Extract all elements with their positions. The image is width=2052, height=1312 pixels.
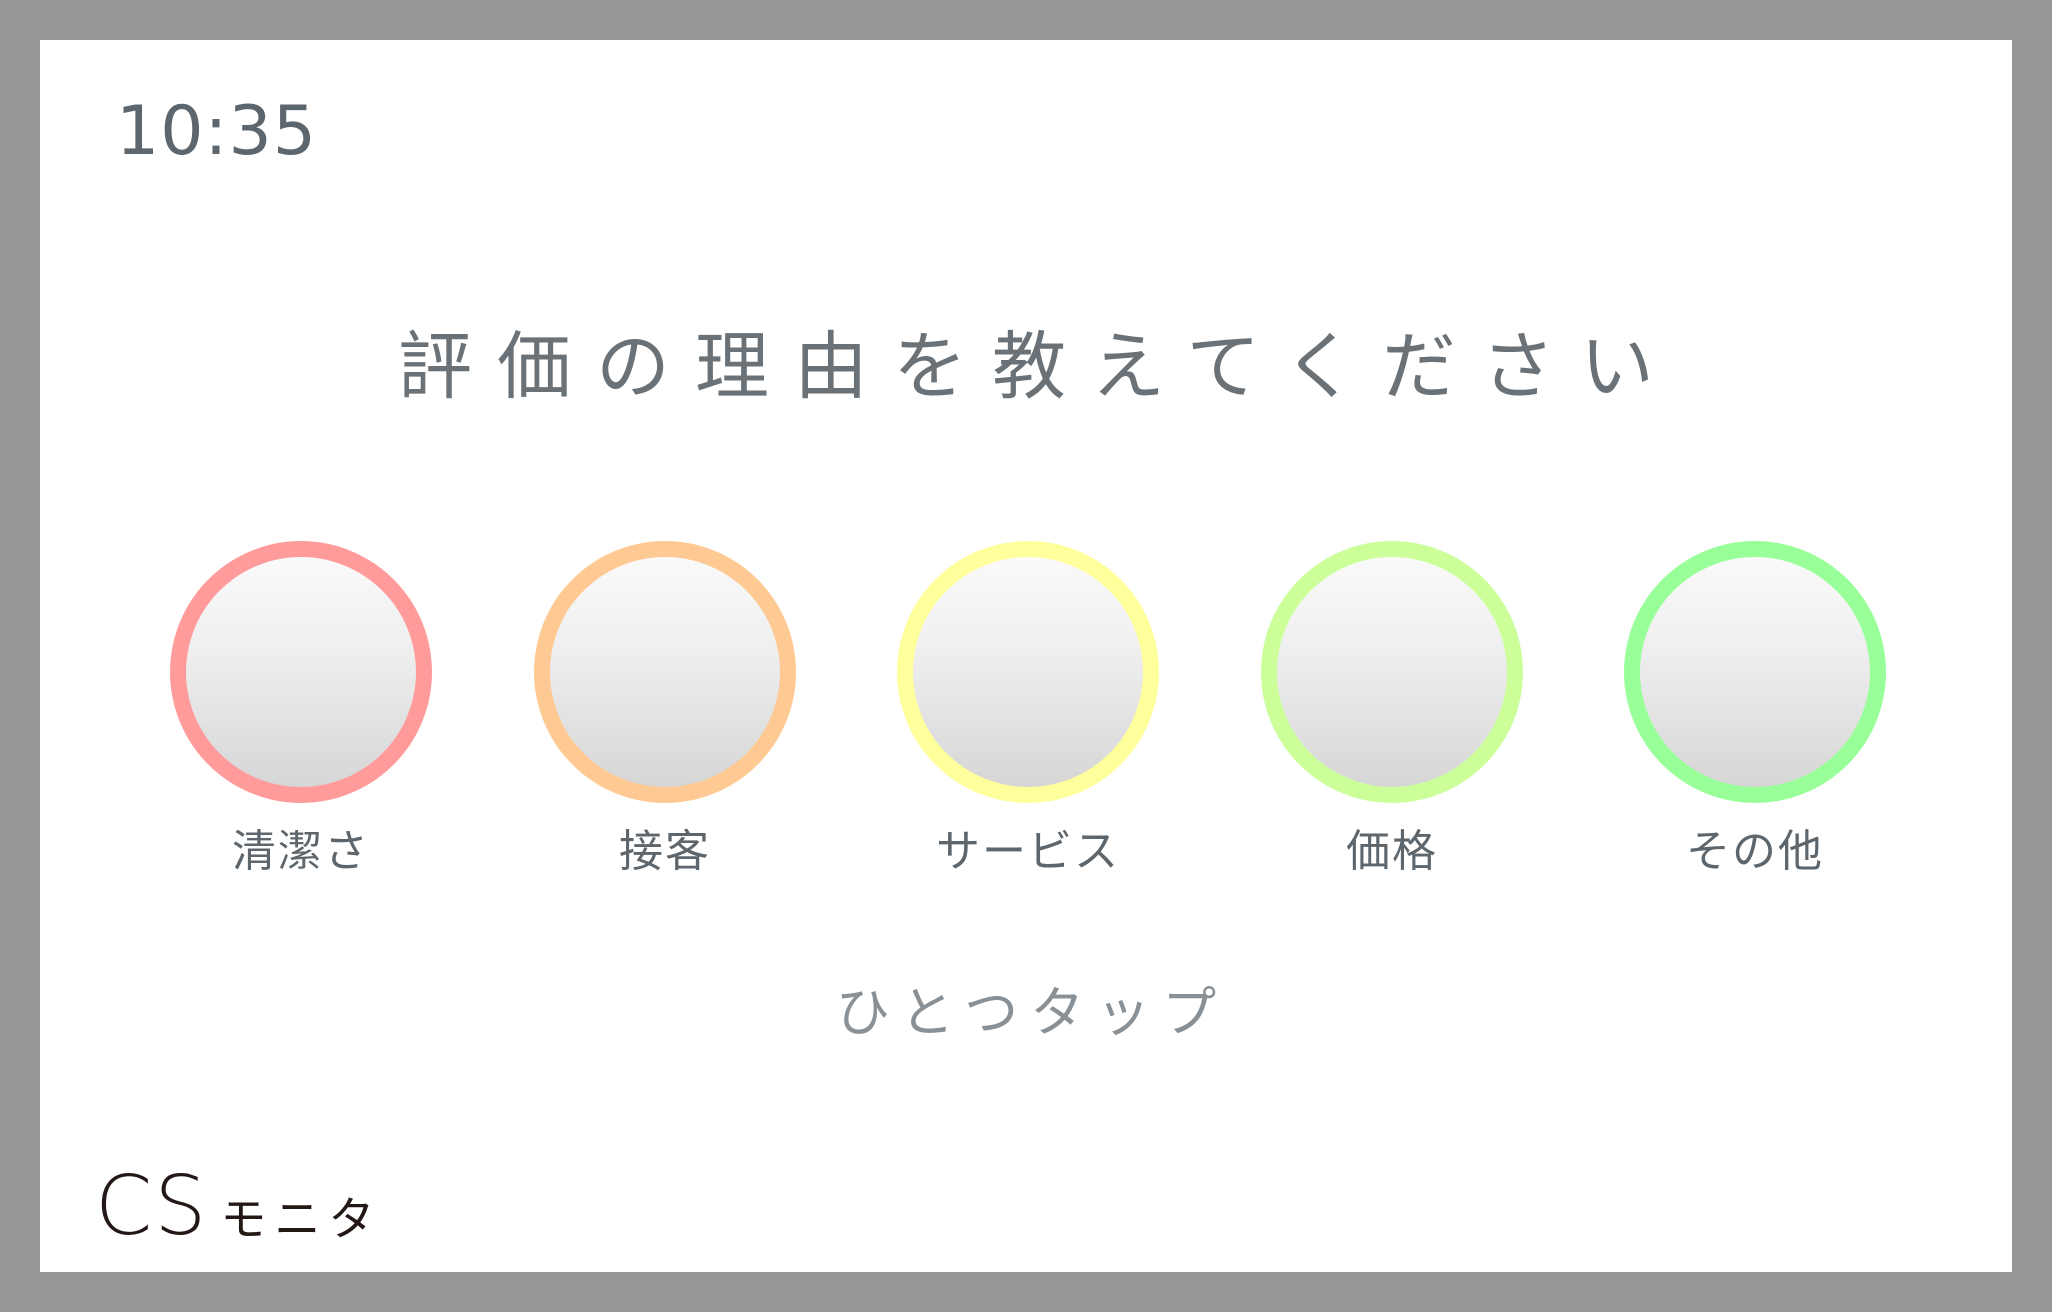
cs-monitor-logo: CS モニタ — [95, 1166, 382, 1248]
choice-label: サービス — [936, 826, 1120, 877]
tap-hint: ひとつタップ — [835, 981, 1229, 1044]
choice-label: その他 — [1686, 826, 1824, 877]
other-ring[interactable] — [1624, 541, 1886, 803]
logo-kana: モニタ — [220, 1192, 383, 1246]
choice-cleanliness-button[interactable]: 清潔さ — [170, 541, 432, 881]
service-ring[interactable] — [897, 541, 1159, 803]
cleanliness-ring[interactable] — [170, 541, 432, 803]
choice-label: 接客 — [619, 826, 711, 877]
choice-label: 価格 — [1346, 826, 1438, 877]
reason-choices: 清潔さ 接客 サービス 価格 その他 — [40, 40, 2012, 1272]
choice-price-button[interactable]: 価格 — [1261, 541, 1523, 881]
choice-label: 清潔さ — [232, 826, 370, 877]
logo-latin: CS — [95, 1159, 209, 1254]
choice-service-button[interactable]: サービス — [897, 541, 1159, 881]
screen-frame: 10:35 評価の理由を教えてください 清潔さ 接客 サービス 価格 その他 ひ… — [40, 40, 2012, 1272]
choice-service-staff-button[interactable]: 接客 — [534, 541, 796, 881]
service-staff-ring[interactable] — [534, 541, 796, 803]
price-ring[interactable] — [1261, 541, 1523, 803]
choice-other-button[interactable]: その他 — [1624, 541, 1886, 881]
